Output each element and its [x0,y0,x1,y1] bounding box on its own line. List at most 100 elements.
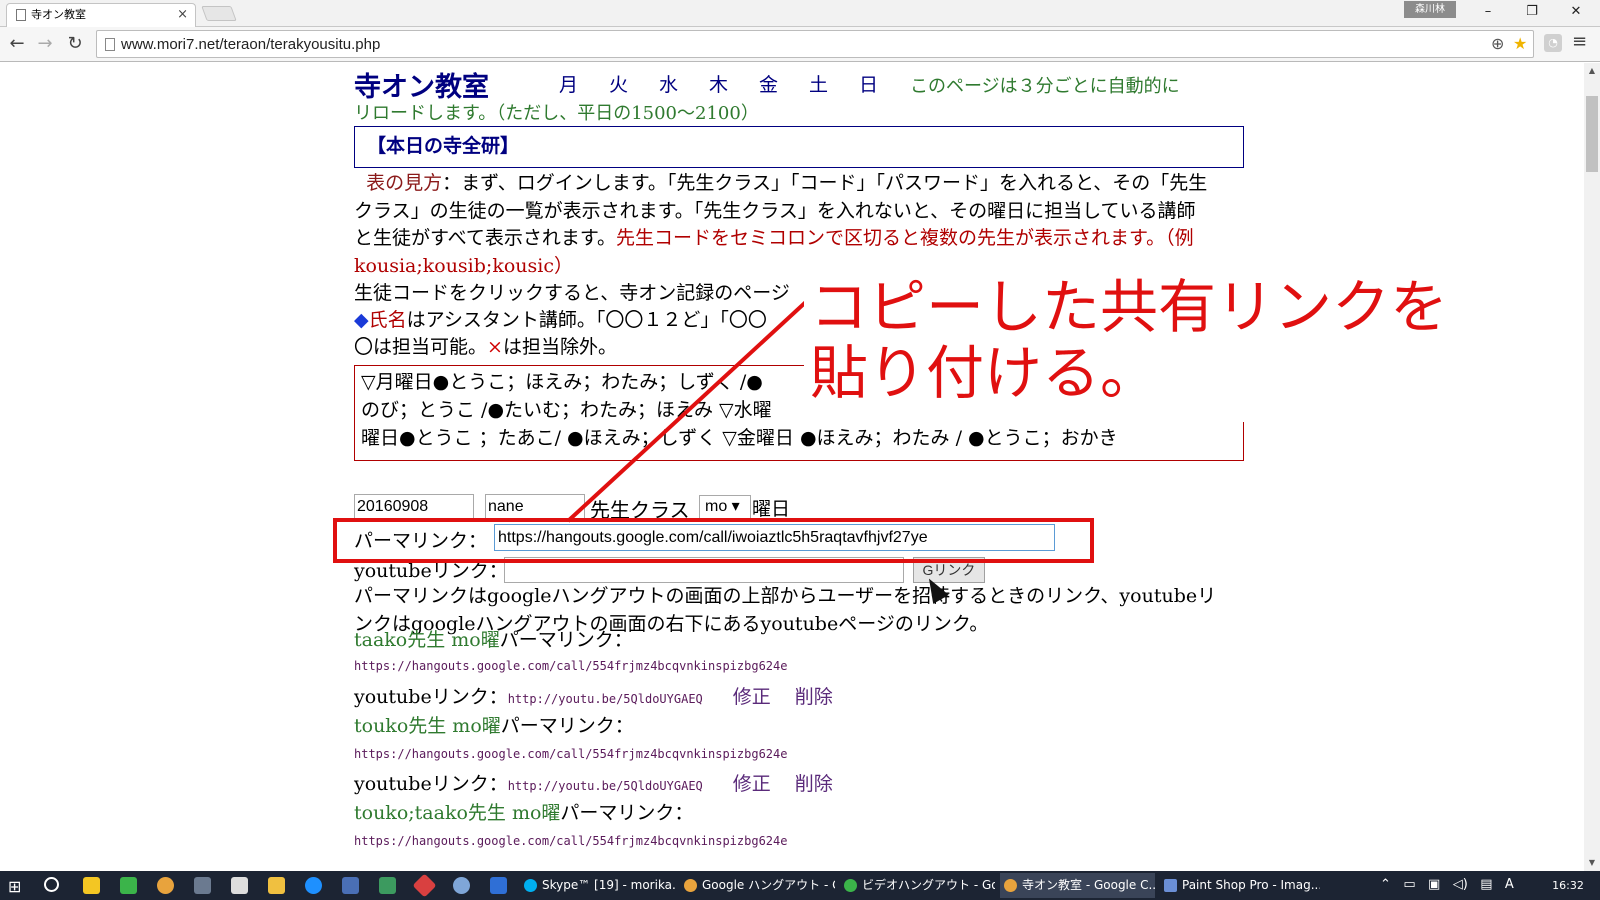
pinned-app-icon[interactable] [194,877,211,894]
excluded-text: は担当除外。 [502,336,617,358]
available-text: 〇は担当可能。 [354,336,488,358]
day-link-thu[interactable]: 木 [709,70,759,97]
day-label: 曜日 [752,498,791,520]
assistant-name-label: 氏名 [368,309,407,331]
reload-icon[interactable]: ↻ [62,31,88,57]
delete-link[interactable]: 削除 [795,686,833,708]
minimize-button[interactable]: – [1466,0,1510,24]
chrome-icon[interactable] [157,877,174,894]
notification-icon[interactable]: ▤ [1480,877,1492,892]
new-tab-button[interactable] [201,6,237,21]
entry-perma-label: パーマリンク： [499,629,633,651]
entry-perma-label: パーマリンク： [560,802,694,824]
taskbar-clock[interactable]: 16:32 [1538,871,1598,900]
browser-tab-strip: 寺オン教室 × 森川林 – ❐ ✕ [0,0,1600,27]
scroll-thumb[interactable] [1586,96,1598,172]
tab-title: 寺オン教室 [31,8,86,21]
rss-icon[interactable]: ◔ [1544,34,1562,52]
entry-perma-label: パーマリンク： [500,715,634,737]
page-scrollbar[interactable]: ▲ ▼ [1584,63,1600,871]
pinned-app-icon[interactable] [412,873,437,898]
forward-arrow-icon[interactable]: → [32,31,58,57]
edit-link[interactable]: 修正 [733,686,771,708]
chrome-icon [1004,879,1017,892]
windows-start-icon[interactable]: ⊞ [8,877,21,896]
pinned-app-icon[interactable] [231,877,248,894]
address-bar[interactable]: www.mori7.net/teraon/terakyousitu.php ⊕ … [96,30,1534,58]
pinned-app-icon[interactable] [379,877,396,894]
entry-youtube-label: youtubeリンク： [354,686,508,708]
delete-link[interactable]: 削除 [795,773,833,795]
day-links: 月火水木金土日 [559,70,909,97]
entry-header: taako先生 mo曜パーマリンク： [354,625,633,652]
browser-tab[interactable]: 寺オン教室 × [6,3,196,27]
annotation-line-1: コピーした共有リンクを [810,273,1449,341]
task-label: ビデオハングアウト - Goo... [862,878,995,892]
entry-youtube-row: youtubeリンク：http://youtu.be/5QldoUYGAEQ 修正… [354,769,833,796]
system-tray: ⌃ ▭ ▣ ◁) ▤ A [1380,877,1514,892]
back-arrow-icon[interactable]: ← [4,31,30,57]
reload-note: このページは３分ごとに自動的に [910,76,1180,97]
name-input[interactable]: nane [485,494,585,520]
restore-button[interactable]: ❐ [1510,0,1554,24]
annotation-line-2: 貼り付ける。 [810,339,1159,407]
page-viewport: 寺オン教室 月火水木金土日 このページは３分ごとに自動的に リロードします。（た… [0,63,1584,871]
task-label: Skype™ [19] - morika... [542,878,675,892]
day-select[interactable]: mo ▾ [699,495,751,519]
taskbar-task-teraon[interactable]: 寺オン教室 - Google C... [1000,873,1155,898]
network-icon[interactable]: ▣ [1428,877,1440,892]
volume-icon[interactable]: ◁) [1453,877,1468,892]
entry-youtube-row: youtubeリンク：http://youtu.be/5QldoUYGAEQ 修正… [354,682,833,709]
edit-link[interactable]: 修正 [733,773,771,795]
taskbar-task-hangouts[interactable]: Google ハングアウト - G... [680,873,835,898]
today-link[interactable]: 【本日の寺全研】 [367,135,519,157]
pinned-app-icon[interactable] [342,877,359,894]
pinned-app-icon[interactable] [453,877,470,894]
tab-close-icon[interactable]: × [177,4,188,26]
profile-chip[interactable]: 森川林 [1404,1,1456,18]
cortana-icon[interactable] [44,877,59,892]
bookmark-star-icon[interactable]: ★ [1513,34,1527,53]
assistant-note: ◆氏名はアシスタント講師。「〇〇１２ど」「〇〇 [354,307,804,335]
edge-icon[interactable] [305,877,322,894]
taskbar-task-skype[interactable]: Skype™ [19] - morika... [520,873,675,898]
day-link-fri[interactable]: 金 [759,70,809,97]
day-link-sun[interactable]: 日 [859,70,909,97]
entry-perma-link[interactable]: https://hangouts.google.com/call/554frjm… [354,747,787,761]
scroll-up-icon[interactable]: ▲ [1584,63,1600,79]
student-code-note: 生徒コードをクリックすると、寺オン記録のページ [354,282,790,304]
taskbar-task-paintshop[interactable]: Paint Shop Pro - Imag... [1160,873,1320,898]
pinned-app-icon[interactable] [120,877,137,894]
legend-label: 表の見方 [366,172,443,194]
entry-youtube-label: youtubeリンク： [354,773,508,795]
entry-header: touko;taako先生 mo曜パーマリンク： [354,798,693,825]
taskbar-task-video-hangout[interactable]: ビデオハングアウト - Goo... [840,873,995,898]
entry-teacher: touko;taako先生 mo曜 [354,802,561,824]
pinned-app-icon[interactable] [83,877,100,894]
permalink-highlight-box [333,518,1094,563]
entry-youtube-link[interactable]: http://youtu.be/5QldoUYGAEQ [508,692,703,706]
battery-icon[interactable]: ▭ [1403,877,1415,892]
file-explorer-icon[interactable] [268,877,285,894]
ime-indicator[interactable]: A [1505,877,1514,892]
url-text[interactable]: www.mori7.net/teraon/terakyousitu.php [121,31,380,58]
chrome-menu-icon[interactable]: ≡ [1572,31,1587,52]
date-input[interactable]: 20160908 [354,494,474,520]
task-label: 寺オン教室 - Google C... [1022,878,1155,892]
pinned-app-icon[interactable] [490,877,507,894]
entry-youtube-link[interactable]: http://youtu.be/5QldoUYGAEQ [508,779,703,793]
entry-perma-link[interactable]: https://hangouts.google.com/call/554frjm… [354,659,787,673]
diamond-icon: ◆ [354,309,369,331]
tray-chevron-icon[interactable]: ⌃ [1380,877,1391,892]
close-window-button[interactable]: ✕ [1554,0,1598,24]
entry-perma-link[interactable]: https://hangouts.google.com/call/554frjm… [354,834,787,848]
instructions: 表の見方：まず、ログインします。「先生クラス」「コード」「パスワード」を入れると… [354,170,1214,280]
scroll-down-icon[interactable]: ▼ [1584,855,1600,871]
day-link-sat[interactable]: 土 [809,70,859,97]
zoom-icon[interactable]: ⊕ [1491,34,1504,53]
day-link-mon[interactable]: 月 [559,70,609,97]
day-link-wed[interactable]: 水 [659,70,709,97]
day-link-tue[interactable]: 火 [609,70,659,97]
task-label: Paint Shop Pro - Imag... [1182,878,1320,892]
today-link-box[interactable]: 【本日の寺全研】 [354,126,1244,168]
